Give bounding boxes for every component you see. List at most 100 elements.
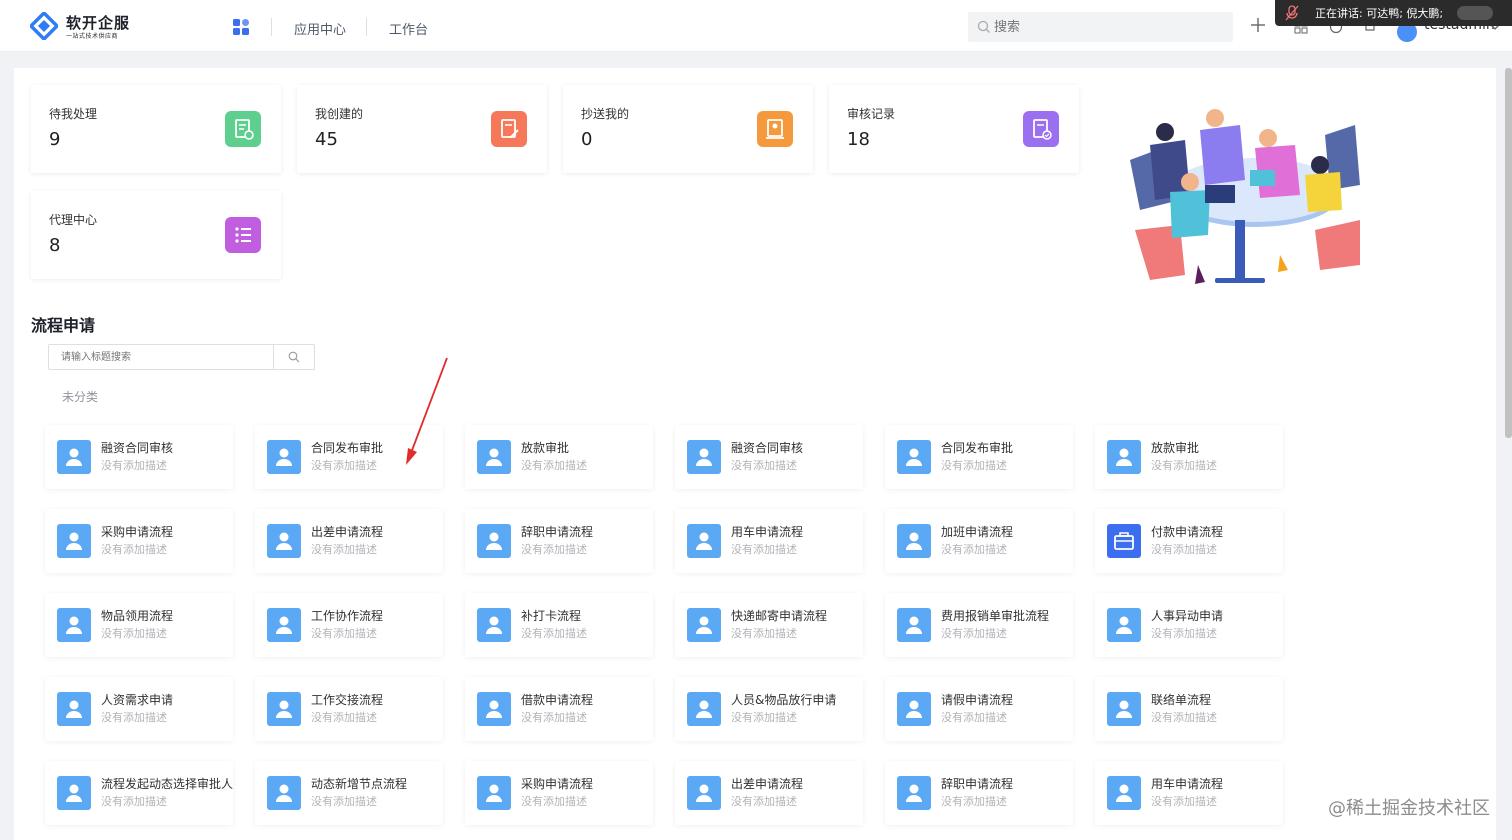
user-icon <box>267 608 301 642</box>
flow-card[interactable]: 人员&物品放行申请 没有添加描述 <box>675 677 863 741</box>
logo-diamond-icon <box>30 12 58 40</box>
list-icon <box>225 217 261 253</box>
flow-search-input[interactable] <box>61 349 261 365</box>
user-icon <box>1107 440 1141 474</box>
flow-card[interactable]: 工作交接流程 没有添加描述 <box>255 677 443 741</box>
apps-grid-icon[interactable] <box>233 19 249 35</box>
user-icon <box>897 440 931 474</box>
flow-card[interactable]: 放款审批 没有添加描述 <box>1095 425 1283 489</box>
flow-card[interactable]: 用车申请流程 没有添加描述 <box>675 509 863 573</box>
flow-card[interactable]: 人资需求申请 没有添加描述 <box>45 677 233 741</box>
flow-card[interactable]: 融资合同审核 没有添加描述 <box>45 425 233 489</box>
flow-card[interactable]: 用车申请流程 没有添加描述 <box>1095 761 1283 825</box>
flow-card-desc: 没有添加描述 <box>731 795 797 808</box>
user-icon <box>477 776 511 810</box>
flow-card[interactable]: 加班申请流程 没有添加描述 <box>885 509 1073 573</box>
page-scrollbar[interactable] <box>1505 68 1512 438</box>
flow-card[interactable]: 合同发布审批 没有添加描述 <box>885 425 1073 489</box>
flow-card-desc: 没有添加描述 <box>311 543 377 556</box>
stat-label: 审核记录 <box>847 107 896 121</box>
document-user-icon <box>757 111 793 147</box>
user-icon <box>267 692 301 726</box>
flow-card-desc: 没有添加描述 <box>941 627 1007 640</box>
meeting-speaking-indicator: 正在讲话: 可达鸭; 倪大鹏; <box>1275 0 1512 26</box>
nav-divider <box>366 18 367 36</box>
flow-card-title: 物品领用流程 <box>101 609 174 623</box>
flow-card-title: 人资需求申请 <box>101 693 174 707</box>
flow-card-title: 出差申请流程 <box>311 525 384 539</box>
flow-card[interactable]: 采购申请流程 没有添加描述 <box>45 509 233 573</box>
user-icon <box>267 524 301 558</box>
flow-card[interactable]: 费用报销单审批流程 没有添加描述 <box>885 593 1073 657</box>
user-icon <box>57 692 91 726</box>
logo-title: 软开企服 <box>66 14 131 32</box>
user-icon <box>687 692 721 726</box>
flow-card[interactable]: 辞职申请流程 没有添加描述 <box>465 509 653 573</box>
user-icon <box>477 440 511 474</box>
flow-card-title: 辞职申请流程 <box>521 525 594 539</box>
flow-card[interactable]: 借款申请流程 没有添加描述 <box>465 677 653 741</box>
user-icon <box>897 524 931 558</box>
flow-card[interactable]: 快递邮寄申请流程 没有添加描述 <box>675 593 863 657</box>
flow-card-title: 动态新增节点流程 <box>311 777 408 791</box>
flow-card[interactable]: 联络单流程 没有添加描述 <box>1095 677 1283 741</box>
flow-card[interactable]: 工作协作流程 没有添加描述 <box>255 593 443 657</box>
flow-card-title: 人事异动申请 <box>1151 609 1224 623</box>
stat-card-cc[interactable]: 抄送我的 0 <box>563 85 813 173</box>
annotation-arrow <box>406 357 448 465</box>
flow-card-title: 工作协作流程 <box>311 609 384 623</box>
stat-card-audit[interactable]: 审核记录 18 <box>829 85 1079 173</box>
team-meeting-illustration <box>1130 109 1360 284</box>
flow-card[interactable]: 请假申请流程 没有添加描述 <box>885 677 1073 741</box>
flow-card-desc: 没有添加描述 <box>311 627 377 640</box>
flow-card[interactable]: 放款审批 没有添加描述 <box>465 425 653 489</box>
category-label: 未分类 <box>62 390 99 404</box>
flow-card-title: 补打卡流程 <box>521 609 582 623</box>
flow-card-desc: 没有添加描述 <box>731 711 797 724</box>
microphone-muted-icon <box>1285 5 1299 21</box>
flow-card-title: 工作交接流程 <box>311 693 384 707</box>
flow-card[interactable]: 补打卡流程 没有添加描述 <box>465 593 653 657</box>
flow-card-title: 请假申请流程 <box>941 693 1014 707</box>
flow-card-title: 合同发布审批 <box>311 441 384 455</box>
flow-card[interactable]: 付款申请流程 没有添加描述 <box>1095 509 1283 573</box>
app-logo[interactable]: 软开企服 一站式技术供应商 <box>30 12 140 42</box>
global-search[interactable] <box>968 12 1233 42</box>
flow-card[interactable]: 融资合同审核 没有添加描述 <box>675 425 863 489</box>
flow-card[interactable]: 出差申请流程 没有添加描述 <box>255 509 443 573</box>
plus-icon[interactable] <box>1249 16 1267 34</box>
flow-card[interactable]: 出差申请流程 没有添加描述 <box>675 761 863 825</box>
flow-card-title: 辞职申请流程 <box>941 777 1014 791</box>
stat-card-proxy[interactable]: 代理中心 8 <box>31 191 281 279</box>
flow-card[interactable]: 流程发起动态选择审批人 没有添加描述 <box>45 761 233 825</box>
flow-card[interactable]: 辞职申请流程 没有添加描述 <box>885 761 1073 825</box>
flow-card-desc: 没有添加描述 <box>941 543 1007 556</box>
flow-search[interactable] <box>48 344 315 370</box>
watermark: @稀土掘金技术社区 <box>1328 798 1490 819</box>
stat-value: 9 <box>49 129 61 150</box>
stat-card-pending[interactable]: 待我处理 9 <box>31 85 281 173</box>
flow-card-desc: 没有添加描述 <box>101 627 167 640</box>
flow-card[interactable]: 采购申请流程 没有添加描述 <box>465 761 653 825</box>
search-icon[interactable] <box>288 351 300 363</box>
stat-card-created[interactable]: 我创建的 45 <box>297 85 547 173</box>
section-title-flow: 流程申请 <box>31 316 96 335</box>
user-icon <box>687 524 721 558</box>
nav-workbench[interactable]: 工作台 <box>389 19 428 38</box>
flow-card-desc: 没有添加描述 <box>1151 627 1217 640</box>
flow-card[interactable]: 动态新增节点流程 没有添加描述 <box>255 761 443 825</box>
flow-card-title: 出差申请流程 <box>731 777 804 791</box>
flow-card-desc: 没有添加描述 <box>1151 711 1217 724</box>
flow-card-desc: 没有添加描述 <box>1151 459 1217 472</box>
flow-card[interactable]: 物品领用流程 没有添加描述 <box>45 593 233 657</box>
flow-card-desc: 没有添加描述 <box>521 711 587 724</box>
user-icon <box>477 692 511 726</box>
user-icon <box>57 776 91 810</box>
nav-app-center[interactable]: 应用中心 <box>294 19 346 38</box>
global-search-input[interactable] <box>994 17 1214 37</box>
flow-card[interactable]: 人事异动申请 没有添加描述 <box>1095 593 1283 657</box>
flow-card-desc: 没有添加描述 <box>1151 543 1217 556</box>
top-header: 软开企服 一站式技术供应商 应用中心 工作台 testadmin <box>0 0 1512 52</box>
user-icon <box>1107 692 1141 726</box>
user-icon <box>1107 776 1141 810</box>
